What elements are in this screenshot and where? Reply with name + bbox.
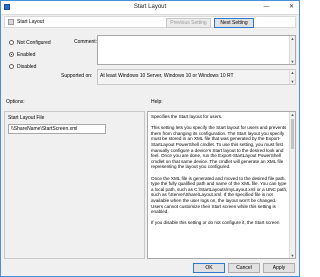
radio-enabled-circle[interactable] bbox=[9, 52, 14, 58]
radio-disabled-label: Disabled bbox=[17, 64, 37, 70]
scroll-down-icon[interactable]: ▼ bbox=[290, 253, 295, 258]
next-setting-button[interactable]: Next Setting bbox=[214, 18, 254, 28]
ok-button[interactable]: OK bbox=[193, 263, 225, 273]
scroll-up-icon[interactable]: ▲ bbox=[290, 70, 295, 75]
supported-on-label: Supported on: bbox=[61, 73, 93, 79]
comment-label: Comment: bbox=[74, 39, 98, 45]
start-layout-dialog: Start Layout — ✕ Start Layout Previous S… bbox=[0, 0, 300, 277]
scroll-up-icon[interactable]: ▲ bbox=[290, 112, 295, 117]
policy-setting-icon bbox=[8, 19, 14, 25]
help-paragraph: If you disable this setting or do not co… bbox=[151, 220, 280, 226]
window-title: Start Layout bbox=[133, 4, 167, 10]
start-layout-file-value: \\ShareName\StartScreen.xml bbox=[11, 126, 78, 132]
help-panel: Specifies the Start layout for users. Th… bbox=[147, 111, 296, 259]
supported-on-scrollbar[interactable]: ▲ ▼ bbox=[289, 70, 295, 84]
previous-setting-button[interactable]: Previous Setting bbox=[166, 18, 211, 28]
help-paragraph: This setting lets you specify the Start … bbox=[151, 125, 287, 170]
scroll-thumb[interactable] bbox=[291, 119, 294, 149]
options-panel: Start Layout File \\ShareName\StartScree… bbox=[4, 111, 145, 259]
radio-disabled-circle[interactable] bbox=[9, 64, 14, 70]
help-paragraph: Once the XML file is generated and moved… bbox=[151, 175, 288, 215]
scroll-down-icon[interactable]: ▼ bbox=[290, 59, 295, 64]
help-text: Specifies the Start layout for users. Th… bbox=[151, 114, 289, 231]
start-layout-file-label: Start Layout File bbox=[8, 115, 45, 121]
supported-on-field: At least Windows 10 Server, Windows 10 o… bbox=[97, 69, 296, 85]
cancel-button[interactable]: Cancel bbox=[228, 263, 260, 273]
apply-button[interactable]: Apply bbox=[263, 263, 295, 273]
options-label: Options: bbox=[6, 99, 25, 105]
supported-on-value: At least Windows 10 Server, Windows 10 o… bbox=[100, 73, 234, 79]
scroll-down-icon[interactable]: ▼ bbox=[290, 79, 295, 84]
minimize-button[interactable]: — bbox=[261, 3, 272, 12]
comment-scrollbar[interactable]: ▲ ▼ bbox=[289, 36, 295, 64]
radio-not-configured-circle[interactable] bbox=[9, 40, 14, 46]
setting-name: Start Layout bbox=[17, 19, 44, 25]
help-scrollbar[interactable]: ▲ ▼ bbox=[289, 112, 295, 258]
radio-not-configured-label: Not Configured bbox=[17, 40, 51, 46]
radio-not-configured[interactable]: Not Configured bbox=[9, 40, 51, 46]
start-layout-file-input[interactable]: \\ShareName\StartScreen.xml bbox=[8, 124, 106, 134]
radio-enabled-label: Enabled bbox=[17, 52, 36, 58]
radio-disabled[interactable]: Disabled bbox=[9, 64, 36, 70]
help-label: Help: bbox=[151, 99, 163, 105]
close-button[interactable]: ✕ bbox=[286, 3, 297, 12]
scroll-up-icon[interactable]: ▲ bbox=[290, 36, 295, 41]
comment-field[interactable]: ▲ ▼ bbox=[97, 35, 296, 65]
help-paragraph: Specifies the Start layout for users. bbox=[151, 114, 223, 119]
title-bar: Start Layout — ✕ bbox=[1, 1, 299, 15]
radio-enabled[interactable]: Enabled bbox=[9, 52, 35, 58]
